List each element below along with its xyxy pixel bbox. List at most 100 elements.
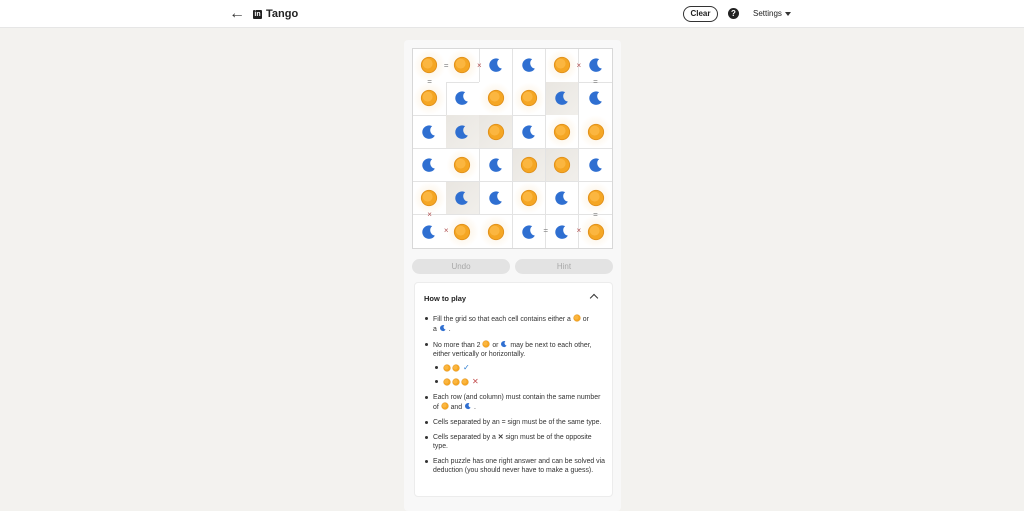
arrow-left-icon[interactable]: ← — [229, 6, 247, 22]
cross-icon: ✕ — [497, 434, 504, 441]
rule-text: . — [448, 326, 451, 333]
moon-icon — [488, 191, 502, 205]
settings-label: Settings — [753, 9, 782, 18]
board-cell[interactable] — [512, 115, 546, 149]
moon-icon — [455, 91, 469, 106]
board-cell[interactable] — [413, 115, 447, 149]
rule-item: No more than 2 or may be next to each ot… — [423, 340, 608, 359]
opposite-constraint: × — [443, 226, 449, 236]
rule-text: Each puzzle has one right answer and can… — [433, 458, 605, 474]
moon-icon — [522, 124, 535, 139]
top-bar: ← in Tango Clear ? Settings — [0, 0, 1024, 28]
tango-board: = × × × = × = = × = — [412, 48, 613, 249]
board-cell[interactable] — [512, 82, 546, 116]
rule-text: a — [433, 326, 437, 333]
rule-text: Fill the grid so that each cell contains… — [433, 316, 571, 323]
board-cell[interactable] — [446, 181, 480, 216]
board-cell[interactable] — [446, 115, 480, 149]
page-title: Tango — [266, 8, 299, 20]
sun-icon — [443, 363, 451, 372]
board-cell[interactable] — [512, 181, 546, 216]
check-icon: ✓ — [463, 363, 470, 372]
moon-icon — [555, 191, 568, 205]
sun-icon — [520, 90, 537, 107]
moon-icon — [588, 91, 602, 106]
moon-icon — [522, 224, 535, 239]
board-cell[interactable] — [413, 148, 447, 182]
sun-icon — [443, 377, 451, 386]
sun-icon — [421, 189, 438, 207]
sun-icon — [421, 90, 438, 107]
rule-item: Cells separated by an = sign must be of … — [423, 418, 608, 427]
sun-icon — [482, 340, 491, 348]
caret-down-icon — [784, 11, 791, 16]
board-cell[interactable] — [545, 82, 580, 116]
hint-button[interactable]: Hint — [515, 259, 613, 274]
board-cell[interactable] — [578, 214, 613, 249]
opposite-constraint: × — [576, 60, 582, 70]
clear-button[interactable]: Clear — [683, 6, 718, 22]
board-cell[interactable] — [446, 214, 480, 249]
equal-constraint: = — [593, 209, 598, 219]
rule-item: Each row (and column) must contain the s… — [423, 393, 608, 412]
sun-icon — [454, 156, 471, 173]
board-cell[interactable] — [479, 82, 513, 116]
moon-icon — [555, 91, 568, 106]
sun-icon — [487, 90, 504, 107]
sun-icon — [553, 123, 571, 140]
board-cell[interactable] — [479, 115, 513, 149]
chevron-up-icon[interactable] — [589, 293, 599, 303]
moon-icon — [422, 224, 436, 239]
board-cell[interactable] — [446, 148, 480, 182]
moon-icon — [488, 158, 502, 172]
board-cell[interactable] — [479, 214, 513, 249]
rule-text: Cells separated by an = sign must be of … — [433, 419, 602, 426]
rule-text: Cells separated by a — [433, 434, 496, 441]
board-cell[interactable] — [578, 149, 613, 182]
board-cell[interactable] — [446, 82, 480, 116]
sun-icon — [454, 223, 471, 240]
example-bad: ✕ — [423, 376, 608, 387]
how-to-play-panel: How to play Fill the grid so that each c… — [414, 282, 613, 497]
sun-icon — [454, 57, 471, 74]
board-cell[interactable] — [545, 115, 580, 149]
sun-icon — [553, 156, 571, 173]
rule-item: Each puzzle has one right answer and can… — [423, 457, 608, 475]
board-cell[interactable] — [545, 181, 580, 216]
sun-icon — [520, 189, 537, 207]
help-icon[interactable]: ? — [728, 8, 739, 19]
moon-icon — [522, 58, 535, 73]
moon-icon — [465, 403, 471, 410]
rule-text: and — [450, 404, 463, 411]
board-cell[interactable] — [479, 49, 513, 83]
sun-icon — [461, 377, 469, 386]
board-cell[interactable] — [578, 82, 613, 116]
sun-icon — [520, 156, 537, 173]
moon-icon — [488, 58, 502, 73]
sun-icon — [452, 363, 460, 372]
board-cell[interactable] — [479, 181, 513, 216]
board-cell[interactable] — [512, 49, 546, 83]
moon-icon — [455, 191, 469, 205]
rule-text: or — [582, 316, 589, 323]
opposite-constraint: × — [427, 209, 432, 219]
moon-icon — [588, 58, 602, 73]
rule-text: No more than 2 — [433, 342, 481, 349]
linkedin-logo-icon: in — [253, 9, 262, 19]
board-cell[interactable] — [413, 82, 447, 116]
moon-icon — [439, 325, 446, 332]
sun-icon — [573, 314, 581, 322]
moon-icon — [588, 158, 602, 172]
board-cell[interactable] — [512, 148, 546, 182]
moon-icon — [555, 224, 568, 239]
opposite-constraint: × — [476, 60, 482, 70]
undo-button[interactable]: Undo — [412, 259, 510, 274]
board-cell[interactable] — [479, 148, 513, 182]
equal-constraint: = — [593, 77, 598, 87]
rule-text: . — [473, 404, 476, 411]
board-cell[interactable] — [545, 148, 580, 182]
settings-menu[interactable]: Settings — [753, 9, 791, 18]
board-cell[interactable] — [578, 115, 613, 149]
sun-icon — [587, 189, 604, 207]
rule-item: Cells separated by a ✕ sign must be of t… — [423, 433, 608, 451]
